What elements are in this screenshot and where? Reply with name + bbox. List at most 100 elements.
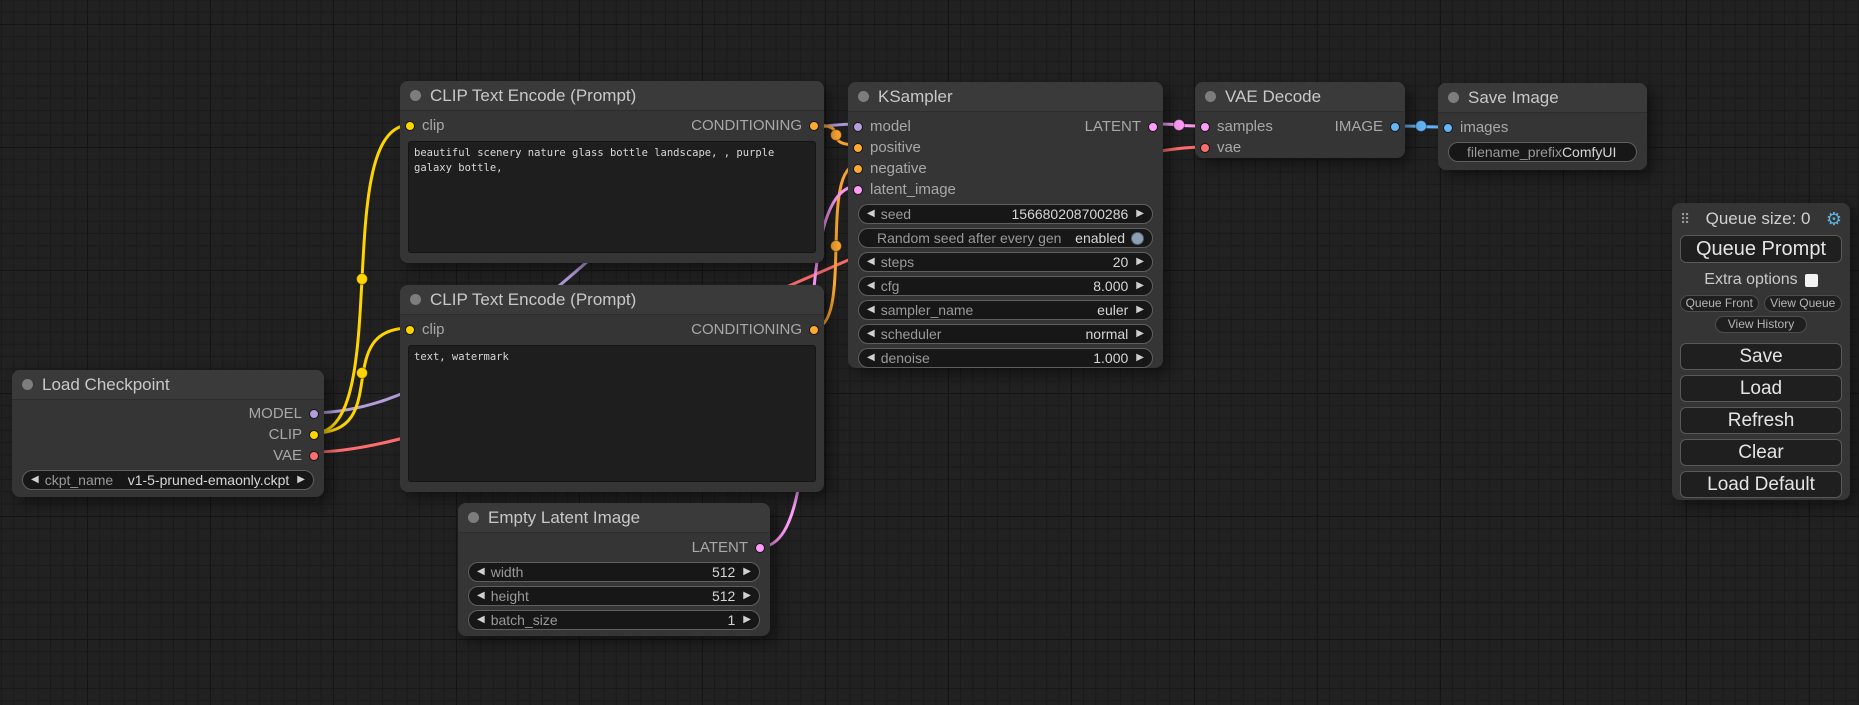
collapse-dot-icon[interactable]	[410, 90, 421, 101]
node-title-bar[interactable]: VAE Decode	[1195, 82, 1405, 112]
link-midpoint-dot	[831, 241, 842, 252]
widget-value: v1-5-pruned-emaonly.ckpt	[128, 472, 290, 488]
settings-gear-icon[interactable]: ⚙	[1826, 210, 1842, 228]
widget-value: 1	[728, 612, 736, 628]
increment-arrow-icon[interactable]: ▶	[1136, 209, 1144, 219]
widget-value: enabled	[1075, 230, 1125, 246]
input-port-images[interactable]	[1443, 123, 1453, 133]
decrement-arrow-icon[interactable]: ◀	[477, 591, 485, 601]
node-load-checkpoint[interactable]: Load Checkpoint MODEL CLIP VAE ◀ ckpt_na…	[12, 370, 324, 497]
input-port-clip[interactable]	[405, 121, 415, 131]
input-port-samples[interactable]	[1200, 122, 1210, 132]
input-port-vae[interactable]	[1200, 143, 1210, 153]
output-port-conditioning[interactable]	[809, 121, 819, 131]
widget-value: 1.000	[1093, 350, 1128, 366]
decrement-arrow-icon[interactable]: ◀	[31, 475, 39, 485]
denoise-widget[interactable]: ◀ denoise 1.000 ▶	[858, 348, 1153, 368]
increment-arrow-icon[interactable]: ▶	[1136, 329, 1144, 339]
decrement-arrow-icon[interactable]: ◀	[867, 329, 875, 339]
output-port-latent[interactable]	[755, 543, 765, 553]
increment-arrow-icon[interactable]: ▶	[743, 567, 751, 577]
input-port-positive[interactable]	[853, 143, 863, 153]
output-port-image[interactable]	[1390, 122, 1400, 132]
queue-prompt-button[interactable]: Queue Prompt	[1680, 235, 1842, 263]
node-clip-text-encode-positive[interactable]: CLIP Text Encode (Prompt) clip CONDITION…	[400, 81, 824, 263]
widget-name: batch_size	[491, 612, 558, 628]
scheduler-widget[interactable]: ◀ scheduler normal ▶	[858, 324, 1153, 344]
positive-prompt-textarea[interactable]: beautiful scenery nature glass bottle la…	[408, 141, 816, 253]
view-queue-button[interactable]: View Queue	[1764, 295, 1843, 312]
clear-button[interactable]: Clear	[1680, 439, 1842, 466]
node-ksampler[interactable]: KSampler model LATENT positive negative	[848, 82, 1163, 368]
toggle-enabled-icon[interactable]	[1131, 232, 1144, 245]
collapse-dot-icon[interactable]	[468, 512, 479, 523]
node-title-bar[interactable]: Empty Latent Image	[458, 503, 770, 533]
collapse-dot-icon[interactable]	[410, 294, 421, 305]
load-button[interactable]: Load	[1680, 375, 1842, 402]
filename-prefix-widget[interactable]: filename_prefix ComfyUI	[1448, 142, 1637, 162]
increment-arrow-icon[interactable]: ▶	[1136, 353, 1144, 363]
collapse-dot-icon[interactable]	[1448, 92, 1459, 103]
width-widget[interactable]: ◀ width 512 ▶	[468, 562, 760, 582]
increment-arrow-icon[interactable]: ▶	[1136, 305, 1144, 315]
increment-arrow-icon[interactable]: ▶	[1136, 257, 1144, 267]
collapse-dot-icon[interactable]	[858, 91, 869, 102]
node-title-bar[interactable]: Load Checkpoint	[12, 370, 324, 400]
node-save-image[interactable]: Save Image images filename_prefix ComfyU…	[1438, 83, 1647, 170]
collapse-dot-icon[interactable]	[22, 379, 33, 390]
decrement-arrow-icon[interactable]: ◀	[477, 615, 485, 625]
link-midpoint-dot	[1416, 121, 1427, 132]
output-label-vae: VAE	[273, 447, 302, 464]
load-default-button[interactable]: Load Default	[1680, 471, 1842, 498]
node-vae-decode[interactable]: VAE Decode samples IMAGE vae	[1195, 82, 1405, 158]
input-label-images: images	[1460, 119, 1508, 136]
refresh-button[interactable]: Refresh	[1680, 407, 1842, 434]
output-port-clip[interactable]	[309, 430, 319, 440]
decrement-arrow-icon[interactable]: ◀	[867, 353, 875, 363]
steps-widget[interactable]: ◀ steps 20 ▶	[858, 252, 1153, 272]
node-empty-latent-image[interactable]: Empty Latent Image LATENT ◀ width 512 ▶ …	[458, 503, 770, 636]
output-port-latent[interactable]	[1148, 122, 1158, 132]
seed-widget[interactable]: ◀ seed 156680208700286 ▶	[858, 204, 1153, 224]
input-port-model[interactable]	[853, 122, 863, 132]
node-title-bar[interactable]: CLIP Text Encode (Prompt)	[400, 81, 824, 111]
node-title-bar[interactable]: KSampler	[848, 82, 1163, 112]
batch-size-widget[interactable]: ◀ batch_size 1 ▶	[468, 610, 760, 630]
decrement-arrow-icon[interactable]: ◀	[867, 257, 875, 267]
widget-value: 8.000	[1093, 278, 1128, 294]
node-title-bar[interactable]: CLIP Text Encode (Prompt)	[400, 285, 824, 315]
output-port-model[interactable]	[309, 409, 319, 419]
decrement-arrow-icon[interactable]: ◀	[477, 567, 485, 577]
increment-arrow-icon[interactable]: ▶	[743, 591, 751, 601]
view-history-button[interactable]: View History	[1715, 316, 1807, 333]
decrement-arrow-icon[interactable]: ◀	[867, 281, 875, 291]
input-port-clip[interactable]	[405, 325, 415, 335]
input-port-negative[interactable]	[853, 164, 863, 174]
ckpt-name-widget[interactable]: ◀ ckpt_name v1-5-pruned-emaonly.ckpt ▶	[22, 470, 314, 490]
sampler-name-widget[interactable]: ◀ sampler_name euler ▶	[858, 300, 1153, 320]
input-port-latent-image[interactable]	[853, 185, 863, 195]
output-port-conditioning[interactable]	[809, 325, 819, 335]
height-widget[interactable]: ◀ height 512 ▶	[468, 586, 760, 606]
output-port-vae[interactable]	[309, 451, 319, 461]
extra-options-checkbox[interactable]	[1805, 274, 1818, 287]
node-title: CLIP Text Encode (Prompt)	[430, 290, 636, 310]
decrement-arrow-icon[interactable]: ◀	[867, 305, 875, 315]
drag-handle-icon[interactable]: ⠿	[1680, 212, 1690, 226]
increment-arrow-icon[interactable]: ▶	[743, 615, 751, 625]
decrement-arrow-icon[interactable]: ◀	[867, 209, 875, 219]
node-graph-canvas[interactable]: Load Checkpoint MODEL CLIP VAE ◀ ckpt_na…	[0, 0, 1859, 705]
widget-value: 156680208700286	[1012, 206, 1129, 222]
increment-arrow-icon[interactable]: ▶	[297, 475, 305, 485]
increment-arrow-icon[interactable]: ▶	[1136, 281, 1144, 291]
negative-prompt-textarea[interactable]: text, watermark	[408, 345, 816, 482]
save-button[interactable]: Save	[1680, 343, 1842, 370]
random-seed-toggle-widget[interactable]: Random seed after every gen enabled	[858, 228, 1153, 248]
node-title-bar[interactable]: Save Image	[1438, 83, 1647, 113]
cfg-widget[interactable]: ◀ cfg 8.000 ▶	[858, 276, 1153, 296]
output-label-latent: LATENT	[692, 539, 748, 556]
widget-name: seed	[881, 206, 911, 222]
node-clip-text-encode-negative[interactable]: CLIP Text Encode (Prompt) clip CONDITION…	[400, 285, 824, 492]
queue-front-button[interactable]: Queue Front	[1680, 295, 1759, 312]
collapse-dot-icon[interactable]	[1205, 91, 1216, 102]
